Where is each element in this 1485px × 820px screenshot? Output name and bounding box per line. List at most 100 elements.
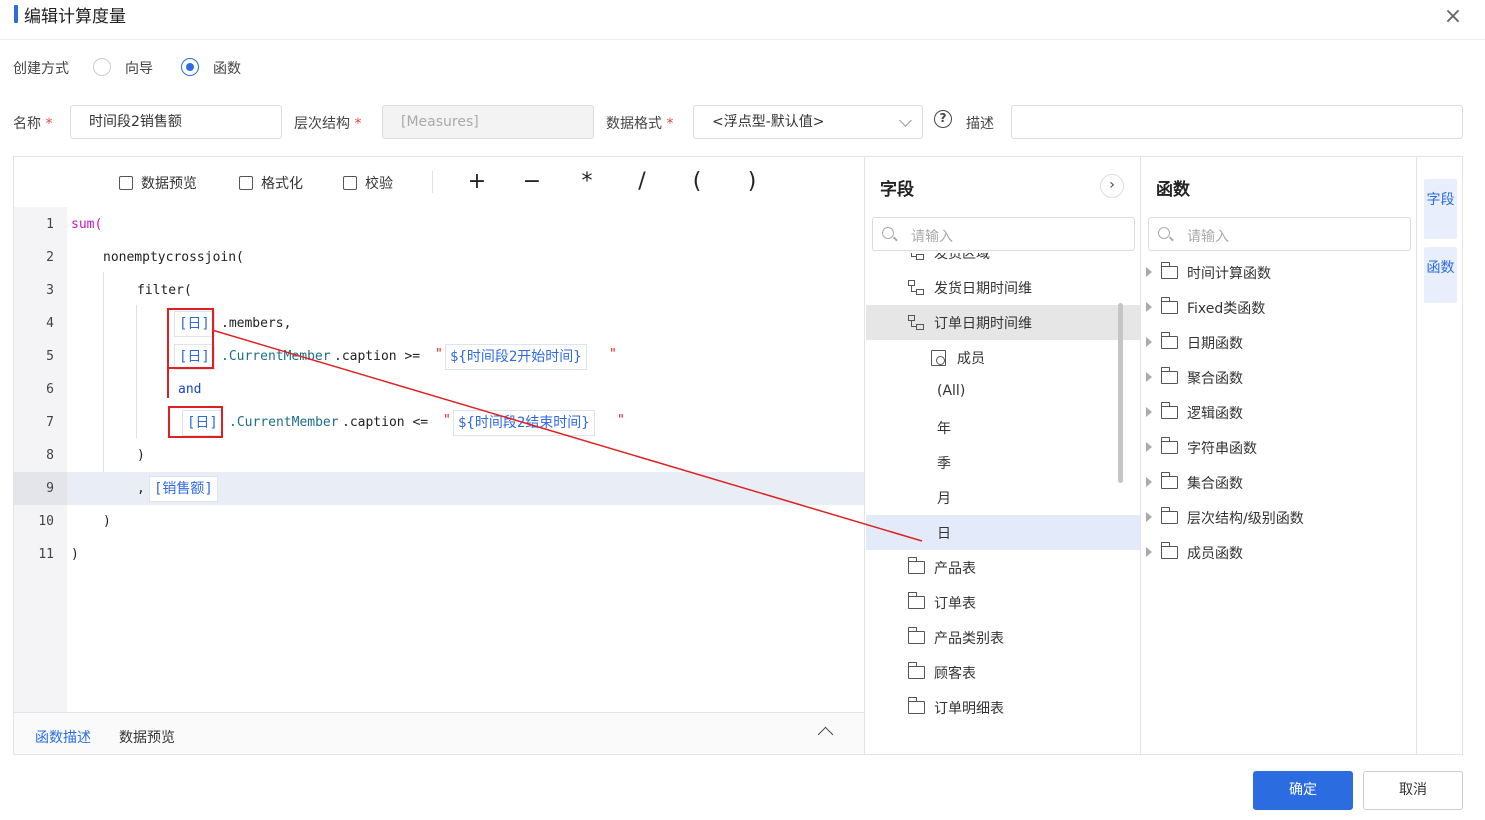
tree-item[interactable]: 发货区域 — [866, 253, 1140, 270]
format-select[interactable]: <浮点型-默认值> — [693, 105, 923, 139]
code-close-paren: ) — [71, 547, 79, 562]
line-number: 9 — [46, 481, 54, 496]
radio-function[interactable] — [181, 58, 199, 76]
tree-item[interactable]: 发货日期时间维 — [866, 270, 1140, 305]
toolbar-divider — [432, 171, 433, 193]
tree-item-label: 产品类别表 — [934, 631, 1004, 647]
side-tab-functions[interactable]: 函数 — [1424, 247, 1457, 303]
code-current-member: .CurrentMember — [221, 349, 331, 364]
fields-scrollbar[interactable] — [1118, 303, 1123, 483]
tree-item[interactable]: 年 — [866, 410, 1140, 445]
help-icon[interactable]: ? — [934, 110, 952, 128]
function-category[interactable]: 层次结构/级别函数 — [1142, 500, 1417, 535]
plus-operator-button[interactable]: + — [462, 169, 492, 194]
tree-item[interactable]: 月 — [866, 480, 1140, 515]
multiply-operator-button[interactable]: * — [572, 169, 602, 194]
function-category[interactable]: 聚合函数 — [1142, 360, 1417, 395]
name-input[interactable]: 时间段2销售额 — [70, 105, 282, 139]
function-category-label: 层次结构/级别函数 — [1187, 511, 1304, 527]
tree-item[interactable]: 产品表 — [866, 550, 1140, 585]
folder-icon — [907, 627, 925, 644]
indent-guide — [136, 305, 137, 438]
chevron-down-icon — [899, 114, 912, 127]
code-close-paren: ) — [137, 448, 145, 463]
functions-search-input[interactable]: 请输入 — [1148, 217, 1411, 251]
code-quote: " — [609, 347, 617, 362]
tab-data-preview[interactable]: 数据预览 — [119, 727, 175, 747]
radio-function-label[interactable]: 函数 — [213, 58, 241, 78]
tree-item[interactable]: 订单日期时间维 — [866, 305, 1140, 340]
close-icon[interactable]: × — [1442, 6, 1464, 28]
token-start-time[interactable]: ${时间段2开始时间} — [445, 344, 587, 370]
caret-right-icon — [1146, 442, 1152, 452]
format-button[interactable]: 格式化 — [239, 173, 303, 193]
line-number: 11 — [38, 547, 54, 562]
confirm-button[interactable]: 确定 — [1253, 771, 1353, 810]
folder-icon — [907, 697, 925, 714]
folder-icon — [1160, 367, 1178, 384]
name-label: 名称 — [13, 113, 52, 133]
creation-method-label: 创建方式 — [13, 61, 69, 77]
caret-right-icon — [1146, 547, 1152, 557]
cancel-button[interactable]: 取消 — [1363, 771, 1463, 810]
line-number: 1 — [46, 217, 54, 232]
line-number: 3 — [46, 283, 54, 298]
folder-icon — [1160, 297, 1178, 314]
description-input[interactable] — [1011, 105, 1463, 139]
tree-item[interactable]: 日 — [866, 515, 1140, 550]
radio-wizard-label[interactable]: 向导 — [125, 58, 153, 78]
line-number: 2 — [46, 250, 54, 265]
functions-panel-title: 函数 — [1156, 180, 1190, 200]
fields-search-input[interactable]: 请输入 — [872, 217, 1135, 251]
open-paren-button[interactable]: ( — [682, 169, 712, 194]
fields-panel-title: 字段 — [880, 180, 914, 200]
tab-function-description[interactable]: 函数描述 — [35, 727, 91, 747]
folder-icon — [907, 557, 925, 574]
chevron-right-icon[interactable]: › — [1100, 174, 1124, 198]
tree-item[interactable]: 季 — [866, 445, 1140, 480]
function-category[interactable]: 日期函数 — [1142, 325, 1417, 360]
chevron-up-icon[interactable] — [817, 726, 834, 743]
code-comma: , — [137, 481, 145, 496]
code-filter: filter( — [137, 283, 192, 298]
folder-icon — [1160, 472, 1178, 489]
function-category[interactable]: Fixed类函数 — [1142, 290, 1417, 325]
validate-button-label: 校验 — [365, 176, 393, 192]
tree-item[interactable]: 产品类别表 — [866, 620, 1140, 655]
tree-item[interactable]: 订单表 — [866, 585, 1140, 620]
validate-button[interactable]: 校验 — [343, 173, 393, 193]
token-sales[interactable]: [销售额] — [149, 476, 218, 502]
tree-item[interactable]: 成员 — [866, 340, 1140, 375]
tree-item-label: 发货区域 — [934, 253, 990, 262]
tree-item-label: 订单表 — [934, 596, 976, 612]
tree-item[interactable]: 顾客表 — [866, 655, 1140, 690]
description-label: 描述 — [966, 116, 994, 132]
side-tab-fields[interactable]: 字段 — [1424, 179, 1457, 239]
function-category[interactable]: 成员函数 — [1142, 535, 1417, 570]
function-category[interactable]: 时间计算函数 — [1142, 255, 1417, 290]
divide-operator-button[interactable]: / — [627, 169, 657, 194]
code-sum: sum( — [71, 217, 103, 232]
folder-icon — [1160, 437, 1178, 454]
search-icon — [1158, 227, 1170, 239]
function-category[interactable]: 逻辑函数 — [1142, 395, 1417, 430]
bottom-tab-bar: 函数描述 数据预览 — [14, 712, 864, 754]
minus-operator-button[interactable]: − — [517, 169, 547, 194]
tree-item[interactable]: (All) — [866, 375, 1140, 410]
data-preview-button[interactable]: 数据预览 — [119, 173, 197, 193]
function-category[interactable]: 集合函数 — [1142, 465, 1417, 500]
tree-item[interactable]: 订单明细表 — [866, 690, 1140, 725]
function-category[interactable]: 字符串函数 — [1142, 430, 1417, 465]
tree-item-label: 顾客表 — [934, 666, 976, 682]
preview-icon — [119, 176, 133, 190]
folder-icon — [1160, 542, 1178, 559]
function-category-label: 成员函数 — [1187, 546, 1243, 562]
close-paren-button[interactable]: ) — [737, 169, 767, 194]
caret-right-icon — [1146, 407, 1152, 417]
code-caption-le: .caption <= — [342, 415, 429, 430]
function-category-label: 集合函数 — [1187, 476, 1243, 492]
code-current-member: .CurrentMember — [229, 415, 339, 430]
token-end-time[interactable]: ${时间段2结束时间} — [453, 410, 595, 436]
radio-wizard[interactable] — [93, 58, 111, 76]
caret-right-icon — [1146, 372, 1152, 382]
